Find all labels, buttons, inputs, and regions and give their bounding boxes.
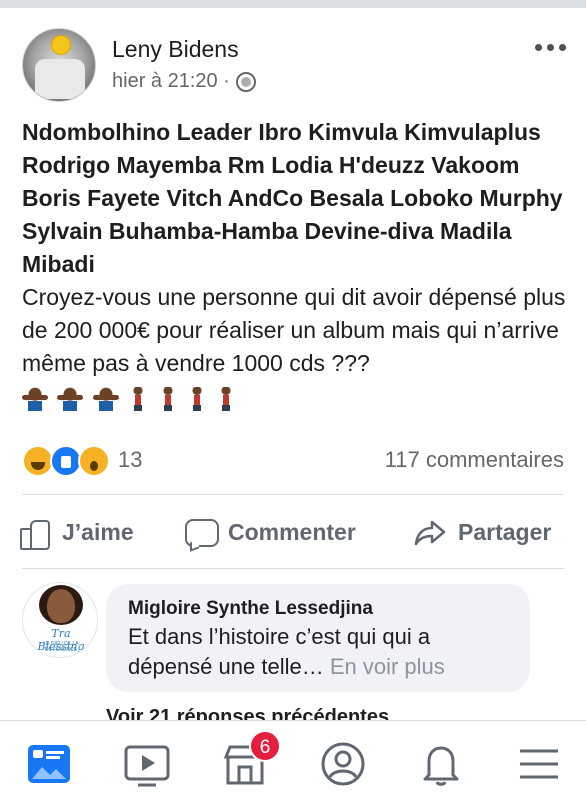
news-feed-tab[interactable]	[24, 739, 74, 789]
dot-icon	[559, 44, 566, 51]
reactions-summary[interactable]: 13 117 commentaires	[22, 443, 564, 477]
profile-tab[interactable]	[318, 739, 368, 789]
post-actions: J’aime Commenter Partager	[18, 510, 568, 554]
notifications-tab[interactable]	[416, 739, 466, 789]
menu-tab[interactable]	[514, 739, 564, 789]
share-label: Partager	[458, 518, 552, 545]
wow-reaction-icon	[78, 445, 110, 477]
menu-icon	[520, 749, 558, 779]
post-meta: hier à 21:20 ·	[112, 70, 256, 93]
like-button[interactable]: J’aime	[18, 510, 134, 554]
watch-icon	[124, 745, 170, 787]
walking-emoji-icon	[216, 387, 237, 412]
share-button[interactable]: Partager	[414, 510, 551, 554]
avatar-face	[47, 589, 75, 623]
walking-emoji-icon	[157, 387, 178, 412]
walking-emoji-icon	[128, 387, 149, 412]
commenter-avatar[interactable]: Tra Blessing LE DIEU DE LA DIFFERENCE	[22, 582, 98, 658]
comment-text: Et dans l’histoire c’est qui qui a dépen…	[128, 622, 508, 682]
comment-bubble-icon	[184, 516, 219, 548]
comment-bubble[interactable]: Migloire Synthe Lessedjina Et dans l’his…	[106, 584, 530, 692]
post-timestamp[interactable]: hier à 21:20 ·	[112, 70, 230, 93]
shrug-emoji-icon	[22, 387, 48, 412]
thumbs-up-icon	[18, 516, 50, 550]
news-feed-icon	[28, 745, 70, 783]
author-name[interactable]: Leny Bidens	[112, 36, 239, 63]
watch-tab[interactable]	[122, 739, 172, 789]
comment-button[interactable]: Commenter	[184, 510, 356, 554]
shrug-emoji-icon	[92, 387, 119, 412]
emoji-row	[22, 381, 239, 414]
top-strip	[0, 0, 586, 8]
notifications-icon	[423, 746, 459, 786]
reaction-count[interactable]: 13	[118, 447, 142, 473]
marketplace-badge: 6	[249, 730, 281, 762]
globe-icon	[235, 71, 256, 92]
post-body: Ndombolhino Leader Ibro Kimvula Kimvulap…	[22, 116, 570, 414]
avatar-shirt	[35, 59, 85, 99]
avatar-emoji-icon	[51, 35, 71, 55]
commenter-name[interactable]: Migloire Synthe Lessedjina	[128, 596, 508, 622]
avatar-brand-subtext: LE DIEU DE LA DIFFERENCE	[43, 641, 79, 653]
tagged-people[interactable]: Ndombolhino Leader Ibro Kimvula Kimvulap…	[22, 116, 570, 281]
profile-icon	[321, 742, 365, 786]
share-arrow-icon	[414, 516, 446, 548]
dot-icon	[535, 44, 542, 51]
walking-emoji-icon	[186, 387, 207, 412]
post-header: Leny Bidens hier à 21:20 ·	[22, 28, 570, 104]
divider	[22, 494, 564, 495]
post-text: Croyez-vous une personne qui dit avoir d…	[22, 284, 566, 376]
comments-count[interactable]: 117 commentaires	[385, 447, 564, 473]
see-more-link[interactable]: En voir plus	[330, 654, 445, 679]
dot-icon	[547, 44, 554, 51]
comment-label: Commenter	[228, 518, 356, 545]
like-label: J’aime	[62, 518, 134, 545]
author-avatar[interactable]	[22, 28, 96, 102]
divider	[22, 568, 564, 569]
bottom-navigation	[0, 720, 586, 800]
shrug-emoji-icon	[57, 387, 84, 412]
more-options-button[interactable]	[535, 44, 566, 51]
reaction-icons	[22, 445, 114, 477]
